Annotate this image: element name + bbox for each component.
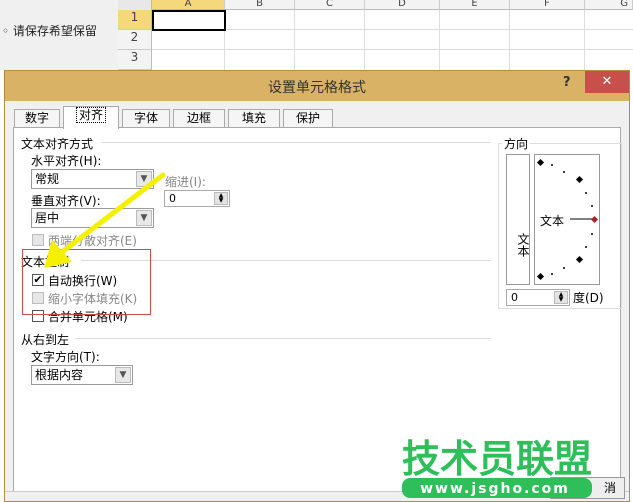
svg-text:技术员联盟: 技术员联盟 xyxy=(402,437,592,481)
watermark-logo: 技术员联盟 www.jsgho.com xyxy=(400,432,595,501)
watermark-graphic: 技术员联盟 www.jsgho.com xyxy=(402,437,592,498)
svg-text:www.jsgho.com: www.jsgho.com xyxy=(420,481,570,497)
tab-alignment[interactable]: 对齐 xyxy=(63,106,119,129)
tab-alignment-label: 对齐 xyxy=(75,107,106,123)
annotation-arrow-icon xyxy=(44,172,166,268)
